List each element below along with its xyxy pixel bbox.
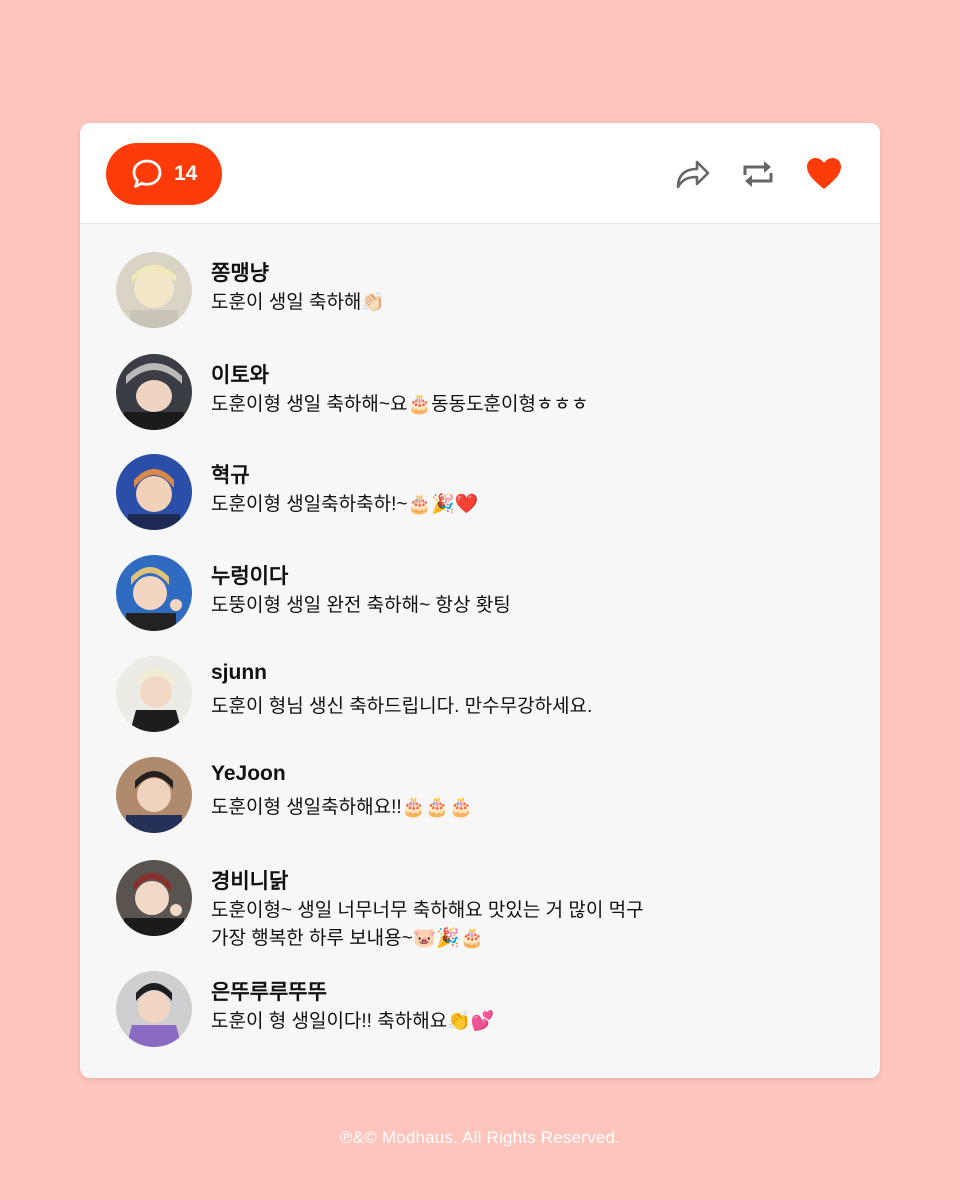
comment-username: 혁규 bbox=[211, 464, 250, 487]
comment-text: 도훈이형 생일축하축하!~🎂🎉❤️ bbox=[211, 494, 479, 515]
avatar[interactable] bbox=[116, 757, 192, 833]
comment-username: 쫑맹냥 bbox=[211, 262, 269, 285]
avatar[interactable] bbox=[116, 555, 192, 631]
avatar[interactable] bbox=[116, 971, 192, 1047]
repost-icon[interactable] bbox=[738, 154, 778, 194]
avatar[interactable] bbox=[116, 354, 192, 430]
avatar[interactable] bbox=[116, 656, 192, 732]
share-arrow-icon[interactable] bbox=[672, 154, 712, 194]
comment-text: 도훈이 형님 생신 축하드립니다. 만수무강하세요. bbox=[211, 696, 593, 717]
comment-username: sjunn bbox=[211, 661, 267, 684]
comment-username: 경비니닭 bbox=[211, 870, 289, 893]
comment-username: 이토와 bbox=[211, 364, 269, 387]
comment-text: 도훈이형 생일 축하해~요🎂동동도훈이형ㅎㅎㅎ bbox=[211, 394, 589, 415]
comments-button[interactable]: 14 bbox=[106, 143, 222, 205]
comment-text: 도뚱이형 생일 완전 축하해~ 항상 홧팅 bbox=[211, 595, 511, 616]
post-actions bbox=[646, 154, 844, 194]
avatar[interactable] bbox=[116, 252, 192, 328]
comment-text: 도훈이형 생일축하해요!!🎂🎂🎂 bbox=[211, 797, 473, 818]
post-card: 14 쫑맹냥 도훈이 생일 축하해👏🏻 이토와 도훈이형 생일 축하해~요🎂동동… bbox=[80, 123, 880, 1078]
card-header: 14 bbox=[80, 123, 880, 224]
comment-count: 14 bbox=[174, 162, 198, 185]
comment-username: 누렁이다 bbox=[211, 565, 289, 588]
heart-icon[interactable] bbox=[804, 154, 844, 194]
comment-text: 도훈이 형 생일이다!! 축하해요👏💕 bbox=[211, 1011, 495, 1032]
comment-text: 도훈이형~ 생일 너무너무 축하해요 맛있는 거 많이 먹구 가장 행복한 하루… bbox=[211, 900, 644, 949]
comment-username: 은뚜루루뚜뚜 bbox=[211, 981, 327, 1004]
avatar[interactable] bbox=[116, 454, 192, 530]
speech-bubble-icon bbox=[132, 159, 162, 188]
comment-username: YeJoon bbox=[211, 762, 286, 785]
copyright-footer: ℗&© Modhaus. All Rights Reserved. bbox=[339, 1128, 621, 1147]
avatar[interactable] bbox=[116, 860, 192, 936]
comment-text: 도훈이 생일 축하해👏🏻 bbox=[211, 292, 386, 313]
